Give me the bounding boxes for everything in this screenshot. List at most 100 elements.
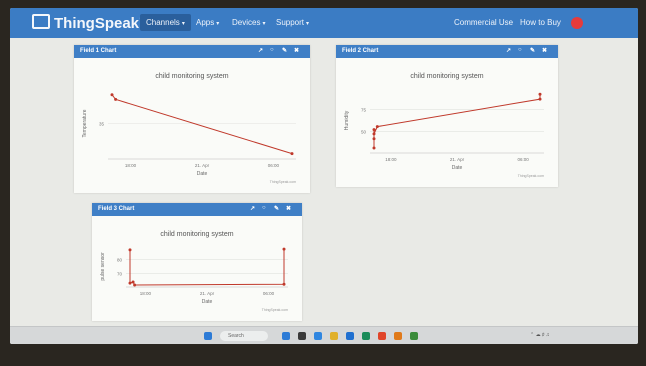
edit-icon[interactable]: ✎ [282,47,287,54]
chart-credit: ThingSpeak.com [270,180,296,184]
chart-credit: ThingSpeak.com [518,174,544,178]
data-point [372,128,376,132]
data-point [128,281,132,285]
panel-header: Field 1 Chart ↗ ○ ✎ ✖ [74,45,310,58]
nav-label: Devices [232,18,261,27]
x-axis-label: Date [197,171,208,177]
close-icon[interactable]: ✖ [286,205,291,212]
taskbar-app-icon[interactable] [362,332,370,340]
y-tick-label: 35 [99,122,105,127]
logo-icon [32,14,50,29]
top-navbar: ThingSpeak™ Channels ▾ Apps ▾ Devices ▾ Sup… [10,8,638,38]
taskbar-app-icon[interactable] [346,332,354,340]
comment-icon[interactable]: ○ [262,205,266,211]
series-line [129,249,285,286]
system-tray[interactable]: ⌃ ☁ ♯ ♫ [530,332,550,338]
data-point [128,248,132,252]
data-point [375,125,379,129]
data-point [290,152,294,156]
chevron-down-icon: ▾ [181,21,185,27]
data-point [131,280,135,284]
close-icon[interactable]: ✖ [294,47,299,54]
chart-credit: ThingSpeak.com [262,308,288,312]
taskbar-app-icon[interactable] [410,332,418,340]
taskbar-search[interactable]: Search [220,331,268,341]
nav-how-to-buy[interactable]: How to Buy [520,18,561,27]
browser-screen: ThingSpeak™ Channels ▾ Apps ▾ Devices ▾ Sup… [10,8,638,344]
chart-title: child monitoring system [160,231,233,238]
taskbar-app-icon[interactable] [330,332,338,340]
nav-channels[interactable]: Channels ▾ [140,14,191,31]
launch-icon[interactable]: ↗ [258,47,263,54]
x-tick-label: 21. Apr [450,157,465,162]
taskbar-app-icon[interactable] [378,332,386,340]
data-point [538,92,542,96]
field-3-chart-panel: Field 3 Chart ↗ ○ ✎ ✖ child monitoring s… [92,203,302,321]
x-axis-label: Date [452,165,463,171]
start-icon[interactable] [204,332,212,340]
panel-header: Field 3 Chart ↗ ○ ✎ ✖ [92,203,302,216]
series-line [111,94,293,155]
edit-icon[interactable]: ✎ [274,205,279,212]
x-tick-label: 18:00 [385,157,397,162]
y-tick-label: 75 [361,108,367,113]
y-axis-label: Humidity [344,110,350,130]
data-point [282,282,286,286]
nav-devices[interactable]: Devices ▾ [232,18,265,27]
nav-label: Channels [146,18,180,27]
x-tick-label: 06:00 [268,163,280,168]
field-1-chart-panel: Field 1 Chart ↗ ○ ✎ ✖ child monitoring s… [74,45,310,193]
y-tick-label: 80 [117,258,123,263]
chevron-down-icon: ▾ [216,21,220,27]
y-axis-label: pulse sensor [100,252,106,281]
data-point [372,146,376,150]
taskbar: Search ⌃ ☁ ♯ ♫ [10,326,638,344]
chevron-down-icon: ▾ [306,21,310,27]
panel-title: Field 2 Chart [342,48,379,54]
taskbar-app-icon[interactable] [298,332,306,340]
nav-commercial-use[interactable]: Commercial Use [454,18,513,27]
data-point [114,97,118,101]
x-tick-label: 18:00 [125,163,137,168]
data-point [372,137,376,141]
nav-support[interactable]: Support ▾ [276,18,309,27]
data-point [133,283,137,287]
series-line [373,94,541,148]
chevron-down-icon: ▾ [262,21,266,27]
taskbar-app-icon[interactable] [282,332,290,340]
nav-apps[interactable]: Apps ▾ [196,18,219,27]
launch-icon[interactable]: ↗ [506,47,511,54]
y-tick-label: 70 [117,271,123,276]
launch-icon[interactable]: ↗ [250,205,255,212]
field-3-chart: child monitoring system 80 70 18:00 21. Apr 0… [100,231,288,312]
logo-text: ThingSpeak™ [54,15,155,32]
x-tick-label: 21. Apr [200,291,215,296]
x-tick-label: 06:00 [517,157,529,162]
field-1-chart: child monitoring system 35 18:00 21. Apr 06:… [82,73,296,184]
avatar[interactable] [571,17,583,29]
x-tick-label: 18:00 [140,291,152,296]
data-point [110,93,114,97]
chart-title: child monitoring system [410,73,483,80]
taskbar-app-icon[interactable] [394,332,402,340]
chart-title: child monitoring system [155,73,228,80]
data-point [282,247,286,251]
panel-header: Field 2 Chart ↗ ○ ✎ ✖ [336,45,558,58]
x-tick-label: 21. Apr [195,163,210,168]
taskbar-app-icon[interactable] [314,332,322,340]
comment-icon[interactable]: ○ [518,47,522,53]
panel-title: Field 3 Chart [98,206,135,212]
y-tick-label: 50 [361,129,367,134]
close-icon[interactable]: ✖ [542,47,547,54]
x-axis-label: Date [202,299,213,305]
edit-icon[interactable]: ✎ [530,47,535,54]
search-label: Search [228,333,244,339]
panel-title: Field 1 Chart [80,48,117,54]
comment-icon[interactable]: ○ [270,47,274,53]
nav-label: Apps [196,18,215,27]
data-point [372,132,376,136]
field-2-chart-panel: Field 2 Chart ↗ ○ ✎ ✖ child monitoring s… [336,45,558,187]
y-axis-label: Temperature [82,109,88,137]
thingspeak-logo[interactable]: ThingSpeak™ [32,14,154,32]
x-tick-label: 06:00 [263,291,275,296]
